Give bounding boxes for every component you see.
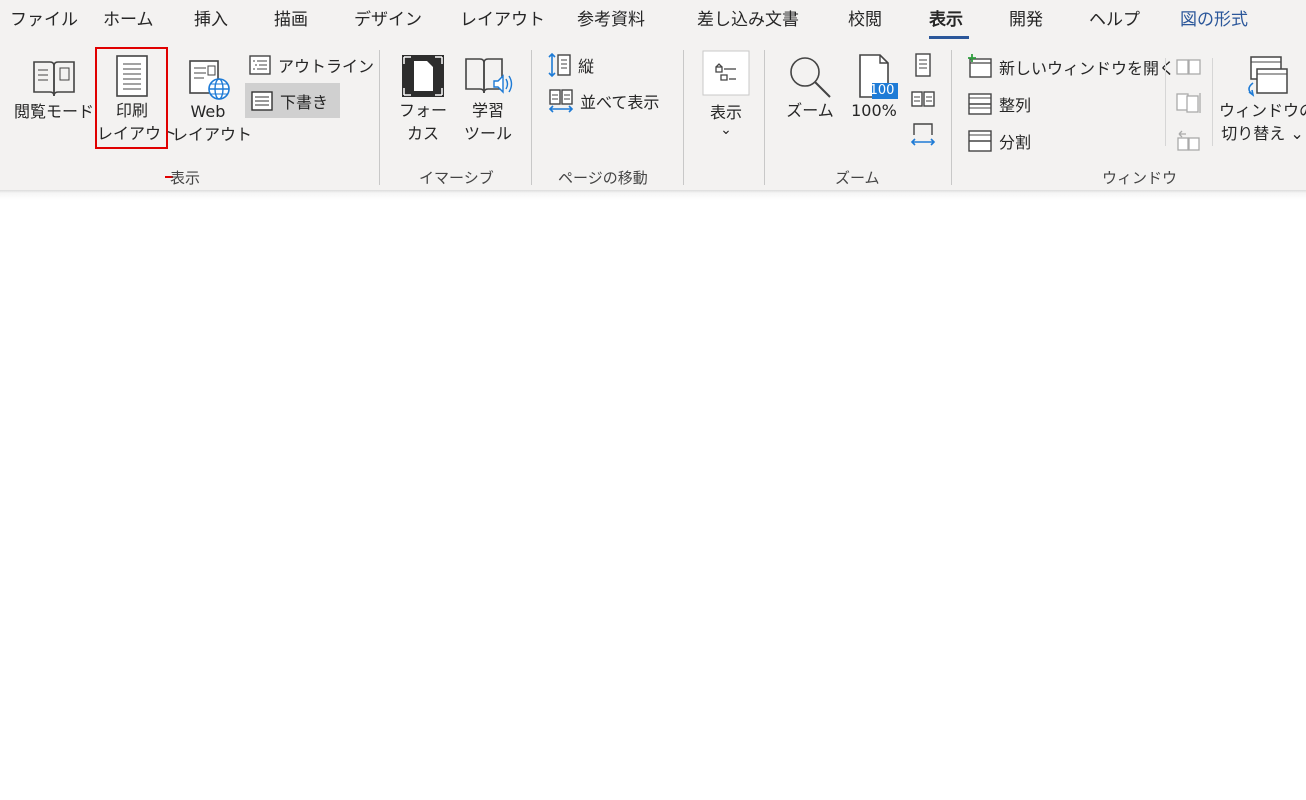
vertical-scroll-icon xyxy=(548,52,571,78)
window-separator xyxy=(1165,58,1166,146)
focus-icon xyxy=(402,55,444,97)
chevron-down-icon: ⌄ xyxy=(1290,124,1304,143)
switch-windows-button[interactable]: ウィンドウの 切り替え ⌄ xyxy=(1219,53,1306,145)
group-label-view: 表示 xyxy=(170,169,201,187)
arrange-all-button[interactable]: 整列 xyxy=(967,89,1039,119)
group-separator xyxy=(683,50,684,185)
multiple-pages-icon[interactable] xyxy=(910,88,936,110)
draft-icon xyxy=(251,90,273,111)
window-separator xyxy=(1212,58,1213,146)
ribbon-tabs: ファイル ホーム 挿入 描画 デザイン レイアウト 参考資料 差し込み文書 校閲 表示 開発 ヘルプ 図… xyxy=(0,0,1306,44)
learning-tools-icon xyxy=(465,58,513,94)
split-label: 分割 xyxy=(999,133,1032,152)
zoom-label: ズーム xyxy=(786,101,834,120)
tab-4[interactable]: デザイン xyxy=(354,8,422,32)
zoom-100-badge: 100 xyxy=(869,83,895,98)
learning-tools-button[interactable]: 学習 ツール xyxy=(458,53,518,145)
document-area[interactable] xyxy=(0,200,1306,800)
switch-windows-label-2: 切り替え ⌄ xyxy=(1221,124,1304,143)
zoom-button[interactable]: ズーム xyxy=(782,53,838,122)
split-button[interactable]: 分割 xyxy=(967,126,1039,156)
book-open-icon xyxy=(33,61,75,97)
group-separator xyxy=(379,50,380,185)
draft-label: 下書き xyxy=(280,92,329,112)
tab-7[interactable]: 差し込み文書 xyxy=(697,8,799,32)
web-layout-button[interactable]: Web レイアウト xyxy=(172,56,253,146)
tab-2[interactable]: 挿入 xyxy=(194,8,228,32)
switch-windows-icon xyxy=(1247,56,1288,97)
draft-button[interactable]: 下書き xyxy=(245,83,340,118)
learning-tools-label-1: 学習 xyxy=(471,101,504,120)
read-mode-button[interactable]: 閲覧モード xyxy=(12,56,96,123)
tab-11[interactable]: ヘルプ xyxy=(1089,8,1140,32)
tab-0[interactable]: ファイル xyxy=(10,8,78,32)
arrange-all-icon xyxy=(968,93,992,115)
group-label-window: ウィンドウ xyxy=(1102,169,1178,187)
tab-6[interactable]: 参考資料 xyxy=(577,8,645,32)
show-label: 表示 xyxy=(709,103,742,122)
side-by-side-label: 並べて表示 xyxy=(580,93,660,112)
web-layout-label-2: レイアウト xyxy=(172,125,253,144)
tab-8[interactable]: 校閲 xyxy=(848,8,882,32)
tab-1[interactable]: ホーム xyxy=(103,8,154,32)
one-page-icon[interactable] xyxy=(912,52,934,78)
outline-label: アウトライン xyxy=(278,57,375,76)
tab-3[interactable]: 描画 xyxy=(274,8,308,32)
side-by-side-button[interactable]: 並べて表示 xyxy=(548,86,666,116)
outline-button[interactable]: アウトライン xyxy=(248,50,374,80)
switch-windows-label-1: ウィンドウの xyxy=(1219,101,1306,120)
read-mode-label: 閲覧モード xyxy=(13,102,94,121)
side-by-side-icon xyxy=(548,89,574,113)
group-label-immersive: イマーシブ xyxy=(419,169,494,187)
tab-12[interactable]: 図の形式 xyxy=(1180,8,1248,32)
new-window-icon xyxy=(968,54,992,78)
focus-button[interactable]: フォー カス xyxy=(392,53,454,145)
web-layout-label-1: Web xyxy=(190,102,226,121)
tab-9[interactable]: 表示 xyxy=(929,8,963,32)
learning-tools-label-2: ツール xyxy=(463,124,512,143)
vertical-button[interactable]: 縦 xyxy=(548,50,628,80)
print-layout-highlight-box xyxy=(95,47,168,149)
group-label-zoom: ズーム xyxy=(835,169,880,187)
active-tab-underline xyxy=(929,36,969,39)
vertical-label: 縦 xyxy=(578,57,595,76)
chevron-down-icon: ⌄ xyxy=(720,122,732,138)
page-width-icon[interactable] xyxy=(910,121,936,149)
split-window-icon xyxy=(968,130,992,152)
group-separator xyxy=(531,50,532,185)
group-separator xyxy=(951,50,952,185)
tab-10[interactable]: 開発 xyxy=(1009,8,1043,32)
tab-5[interactable]: レイアウト xyxy=(460,8,545,32)
magnifier-icon xyxy=(790,57,831,98)
arrange-all-label: 整列 xyxy=(999,96,1032,115)
show-options-icon xyxy=(702,50,750,96)
web-page-globe-icon xyxy=(189,60,230,100)
new-window-label: 新しいウィンドウを開く xyxy=(999,59,1176,78)
zoom-100-label: 100% xyxy=(851,101,897,120)
synchronous-scrolling-icon[interactable] xyxy=(1175,90,1203,116)
focus-label-2: カス xyxy=(406,124,439,143)
show-dropdown-button[interactable]: 表示 ⌄ xyxy=(698,50,754,138)
ribbon-shadow xyxy=(0,190,1306,200)
reset-window-position-icon[interactable] xyxy=(1175,126,1203,152)
group-label-page-movement: ページの移動 xyxy=(558,169,648,187)
outline-icon xyxy=(249,55,271,75)
view-side-by-side-icon[interactable] xyxy=(1175,56,1203,78)
new-window-button[interactable]: 新しいウィンドウを開く xyxy=(967,52,1175,82)
group-separator xyxy=(764,50,765,185)
focus-label-1: フォー xyxy=(398,101,447,120)
